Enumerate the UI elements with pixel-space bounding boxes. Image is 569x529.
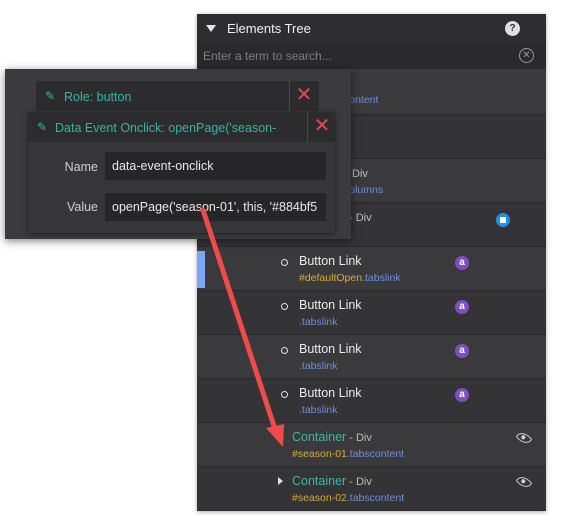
pencil-icon: ✎ bbox=[37, 120, 48, 134]
row-name: Div bbox=[352, 168, 368, 180]
event-attribute-editor: ✎ Data Event Onclick: openPage('season- … bbox=[28, 112, 335, 233]
anchor-badge-icon: a bbox=[455, 300, 469, 314]
clear-search-icon[interactable]: ✕ bbox=[519, 48, 534, 63]
row-name: Button Link bbox=[299, 386, 362, 400]
tree-search: ✕ bbox=[197, 43, 546, 69]
row-name: Button Link bbox=[299, 254, 362, 268]
row-selector: .tabslink bbox=[299, 360, 338, 372]
bullet-icon bbox=[281, 303, 288, 310]
tree-row[interactable]: Button Link .tabslink a bbox=[197, 291, 546, 335]
tree-row[interactable]: Container - Div #season-02.tabscontent bbox=[197, 467, 546, 511]
row-selector: .tabslink bbox=[299, 404, 338, 416]
expand-arrow-icon[interactable] bbox=[278, 477, 283, 485]
row-name: Button Link bbox=[299, 342, 362, 356]
tree-row[interactable]: Button Link #defaultOpen.tabslink a bbox=[197, 247, 546, 291]
help-icon[interactable]: ? bbox=[505, 21, 520, 36]
tree-row[interactable]: Container - Div #season-01.tabscontent bbox=[197, 423, 546, 467]
event-attribute-header[interactable]: ✎ Data Event Onclick: openPage('season- … bbox=[28, 112, 335, 142]
row-selector: #season-02.tabscontent bbox=[292, 492, 405, 504]
row-selector: .tabslink bbox=[299, 316, 338, 328]
row-selector: #season-01.tabscontent bbox=[292, 448, 405, 460]
event-label: Data Event Onclick: openPage('season- bbox=[55, 121, 277, 135]
collapse-caret-icon[interactable] bbox=[206, 25, 216, 32]
bullet-icon bbox=[281, 259, 288, 266]
eye-icon[interactable] bbox=[515, 429, 533, 447]
value-label: Value bbox=[66, 200, 98, 214]
bullet-icon bbox=[281, 347, 288, 354]
search-input[interactable] bbox=[203, 46, 503, 66]
role-label: Role: button bbox=[64, 90, 132, 104]
anchor-badge-icon: a bbox=[455, 388, 469, 402]
row-name: Container - Div bbox=[292, 474, 372, 488]
row-name: Button Link bbox=[299, 298, 362, 312]
tree-header[interactable]: Elements Tree ? bbox=[197, 14, 546, 43]
anchor-badge-icon: a bbox=[455, 256, 469, 270]
tree-row[interactable]: Button Link .tabslink a bbox=[197, 335, 546, 379]
bullet-icon bbox=[281, 391, 288, 398]
pencil-icon: ✎ bbox=[45, 89, 56, 103]
eye-icon[interactable] bbox=[515, 473, 533, 491]
attributes-popup: ✎ Role: button ✕ ✎ Data Event Onclick: o… bbox=[5, 69, 351, 239]
name-field[interactable]: data-event-onclick bbox=[105, 152, 326, 180]
tree-title: Elements Tree bbox=[227, 21, 311, 36]
row-name: - Div bbox=[349, 212, 372, 224]
value-field[interactable]: openPage('season-01', this, '#884bf5 bbox=[105, 193, 326, 221]
row-selector: #defaultOpen.tabslink bbox=[299, 272, 401, 284]
remove-event-button[interactable]: ✕ bbox=[307, 112, 336, 142]
row-name: Container - Div bbox=[292, 430, 372, 444]
role-attribute[interactable]: ✎ Role: button ✕ bbox=[36, 81, 319, 111]
remove-role-button[interactable]: ✕ bbox=[289, 81, 318, 111]
tree-row[interactable]: Button Link .tabslink a bbox=[197, 379, 546, 423]
anchor-badge-icon: a bbox=[455, 344, 469, 358]
name-label: Name bbox=[64, 160, 98, 174]
component-icon[interactable] bbox=[496, 213, 510, 227]
